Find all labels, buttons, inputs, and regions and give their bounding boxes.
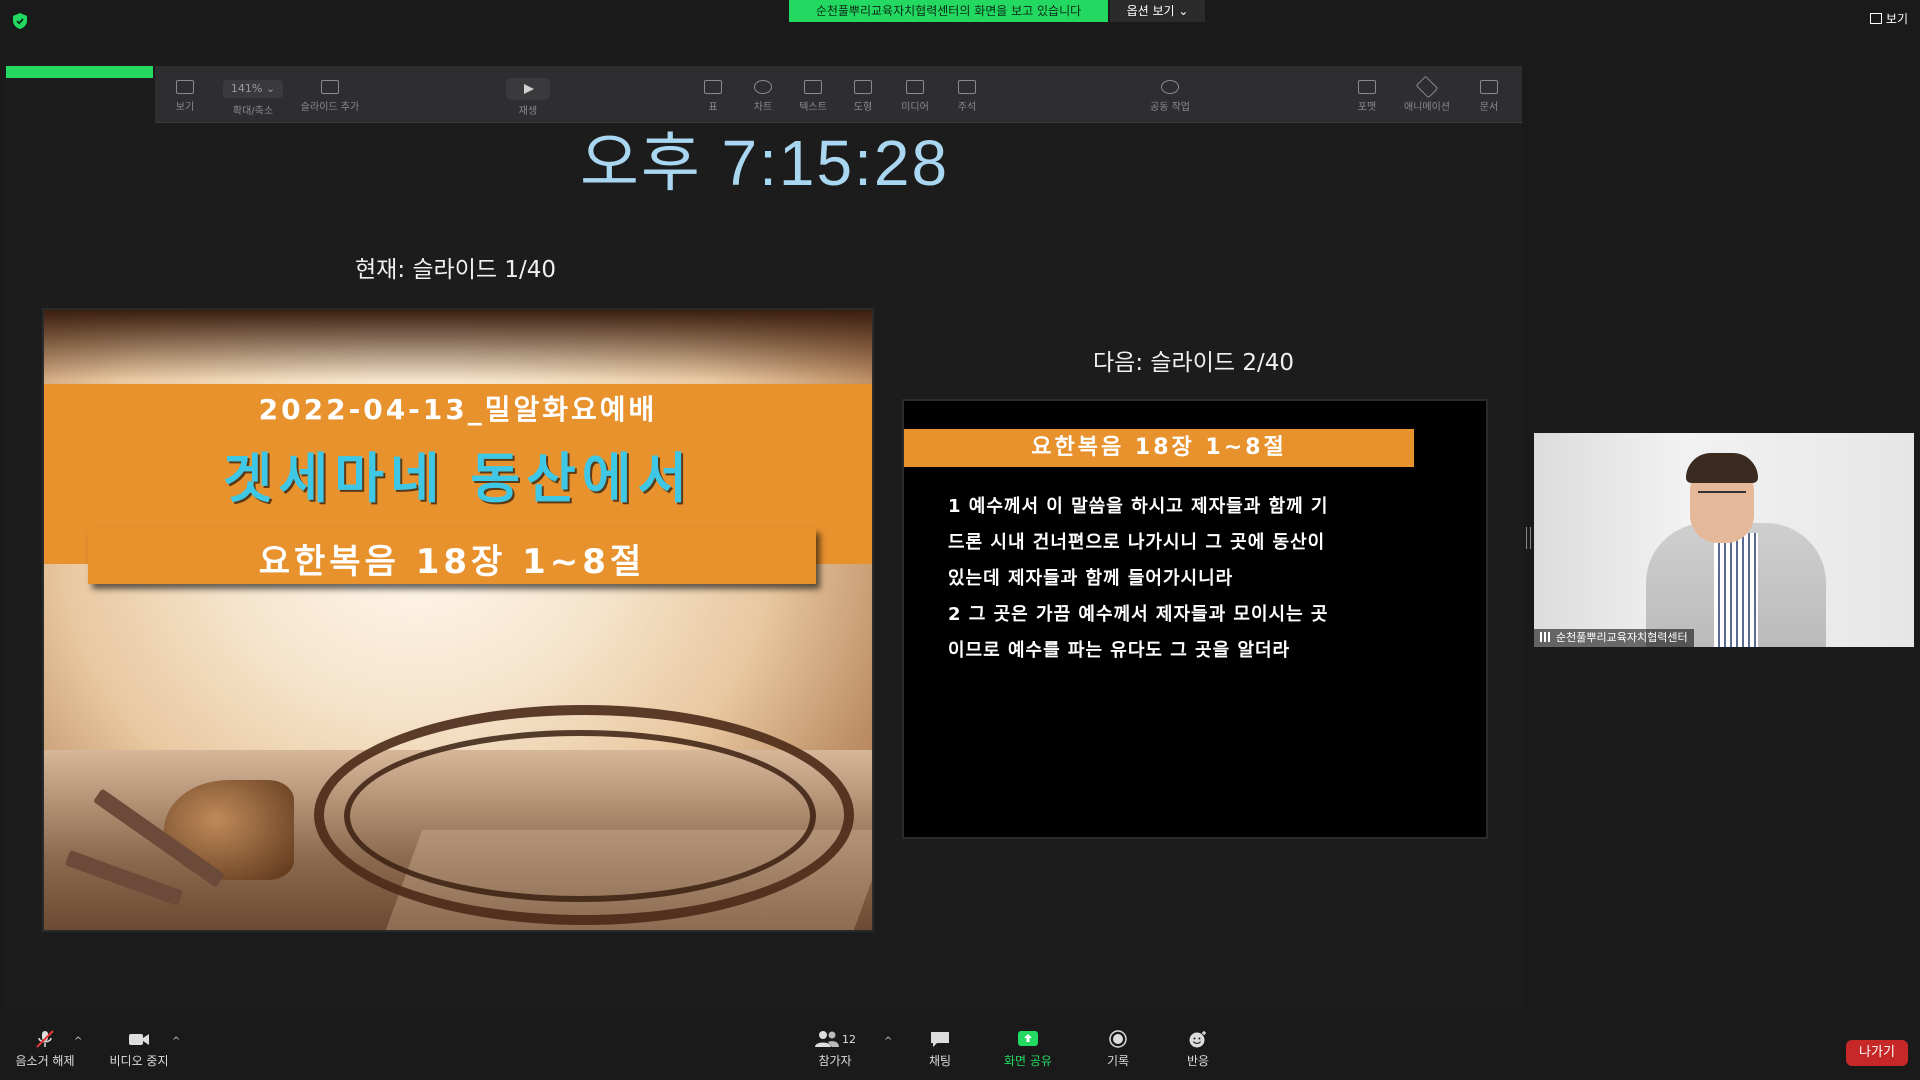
slide-subtitle: 요한복음 18장 1~8절 [258,542,646,582]
toolbar-table-label: 표 [708,102,718,113]
view-button[interactable]: 보기 [1869,10,1908,27]
share-screen-icon [1018,1031,1038,1046]
stop-video-label: 비디오 중지 [109,1054,169,1068]
toolbar-chart-label: 차트 [753,102,773,113]
format-brush-icon [1358,80,1376,94]
slide-date-line: 2022-04-13_밀알화요예배 [258,393,658,426]
toolbar-collaborate-label: 공동 작업 [1150,102,1190,113]
view-button-label: 보기 [1885,12,1908,26]
presenter-clock: 오후 7:15:28 [580,127,950,199]
participant-name: 순천풀뿌리교육자치협력센터 [1556,631,1688,644]
verse-line: 이므로 예수를 파는 유다도 그 곳을 알더라 [948,640,1291,661]
document-icon [1480,80,1498,94]
participants-button[interactable]: 12 참가자 [810,1030,860,1069]
glasses [1698,491,1746,503]
toolbar-animate[interactable]: 애니메이션 [1395,66,1459,122]
grid-view-icon [1869,13,1882,24]
reactions-button[interactable]: 반응 [1178,1030,1218,1069]
meeting-controls-bar [0,1014,1920,1080]
verse-line: 드론 시내 건너편으로 나가시니 그 곳에 동산이 [948,532,1326,553]
comment-icon [958,80,976,94]
toolbar-play[interactable]: 재생 [503,66,553,122]
animate-icon [1415,75,1439,99]
record-button[interactable]: 기록 [1098,1030,1138,1069]
add-slide-icon [321,80,339,94]
chat-bubble-icon [931,1032,949,1047]
verse-line: 1 예수께서 이 말씀을 하시고 제자들과 함께 기 [948,496,1329,517]
toolbar-collaborate[interactable]: 공동 작업 [1140,66,1200,122]
chat-button[interactable]: 채팅 [920,1030,960,1069]
zoom-select[interactable]: 141% ⌄ [223,80,283,98]
toolbar-add-slide[interactable]: 슬라이드 추가 [285,66,375,122]
toolbar-comment[interactable]: 주석 [949,66,985,122]
participants-options-caret-icon[interactable]: ^ [884,1036,892,1047]
toolbar-view-label: 보기 [175,102,195,113]
toolbar-text-label: 텍스트 [799,102,827,113]
slide-main-title: 겟세마네 동산에서 [222,447,694,510]
next-slide-preview: 요한복음 18장 1~8절 1 예수께서 이 말씀을 하시고 제자들과 함께 기… [902,399,1488,839]
toolbar-format-label: 포맷 [1357,102,1377,113]
toolbar-document-label: 문서 [1479,102,1499,113]
play-icon [506,78,550,100]
next-slide-header: 요한복음 18장 1~8절 [904,429,1414,467]
toolbar-comment-label: 주석 [957,102,977,113]
participants-icon-row: 12 [810,1030,860,1052]
unmute-button[interactable]: 음소거 해제 [12,1030,78,1069]
shape-icon [854,80,872,94]
reaction-smiley-icon [1189,1031,1206,1048]
toolbar-zoom-label: 확대/축소 [232,106,274,117]
person-hair [1686,453,1758,483]
security-shield-icon[interactable] [12,12,28,30]
media-icon [906,80,924,94]
leave-meeting-button[interactable]: 나가기 [1846,1040,1908,1066]
slide-vignette [44,310,872,380]
slide-subtitle-box: 요한복음 18장 1~8절 [88,528,816,584]
toolbar-media-label: 미디어 [901,102,929,113]
current-slide-preview: 2022-04-13_밀알화요예배 겟세마네 동산에서 요한복음 18장 1~8… [42,308,874,932]
chart-icon [754,80,772,94]
sidebar-view-icon [176,80,194,94]
record-label: 기록 [1106,1054,1130,1068]
participant-video-tile[interactable]: 순천풀뿌리교육자치협력센터 [1534,433,1914,647]
crown-of-thorns-inner-image [344,730,816,902]
record-icon [1109,1030,1127,1048]
screen-share-banner: 순천풀뿌리교육자치협력센터의 화면을 보고 있습니다 [789,0,1108,22]
signal-strength-icon [1540,632,1552,642]
participants-label: 참가자 [818,1054,852,1068]
participants-icon [815,1031,839,1047]
person-shirt [1714,533,1758,647]
microphone-muted-icon [36,1030,54,1048]
share-indicator-strip [6,66,153,78]
reactions-label: 반응 [1186,1054,1210,1068]
toolbar-add-slide-label: 슬라이드 추가 [300,102,360,113]
toolbar-view[interactable]: 보기 [165,66,205,122]
toolbar-shape-label: 도형 [853,102,873,113]
share-screen-button[interactable]: 화면 공유 [996,1030,1060,1069]
share-screen-label: 화면 공유 [1004,1054,1052,1068]
collaborate-icon [1161,80,1179,94]
audio-options-caret-icon[interactable]: ^ [74,1036,82,1047]
participant-name-tag: 순천풀뿌리교육자치협력센터 [1534,629,1694,647]
current-slide-label: 현재: 슬라이드 1/40 [355,257,556,283]
toolbar-format[interactable]: 포맷 [1349,66,1385,122]
toolbar-play-label: 재생 [518,106,538,117]
video-options-caret-icon[interactable]: ^ [172,1036,180,1047]
panel-resize-handle[interactable] [1526,527,1531,549]
video-camera-icon [129,1034,149,1045]
text-icon [804,80,822,94]
toolbar-document[interactable]: 문서 [1471,66,1507,122]
verse-line: 2 그 곳은 가끔 예수께서 제자들과 모이시는 곳 [948,604,1329,625]
verse-line: 있는데 제자들과 함께 들어가시니라 [948,568,1234,589]
next-slide-label: 다음: 슬라이드 2/40 [1093,350,1294,376]
table-icon [704,80,722,94]
chat-label: 채팅 [928,1054,952,1068]
participants-count: 12 [842,1032,856,1046]
toolbar-animate-label: 애니메이션 [1404,102,1450,113]
stop-video-button[interactable]: 비디오 중지 [106,1030,172,1069]
view-options-button[interactable]: 옵션 보기 ⌄ [1110,0,1205,22]
toolbar-zoom[interactable]: 141% ⌄ 확대/축소 [213,66,293,122]
unmute-label: 음소거 해제 [15,1054,75,1068]
